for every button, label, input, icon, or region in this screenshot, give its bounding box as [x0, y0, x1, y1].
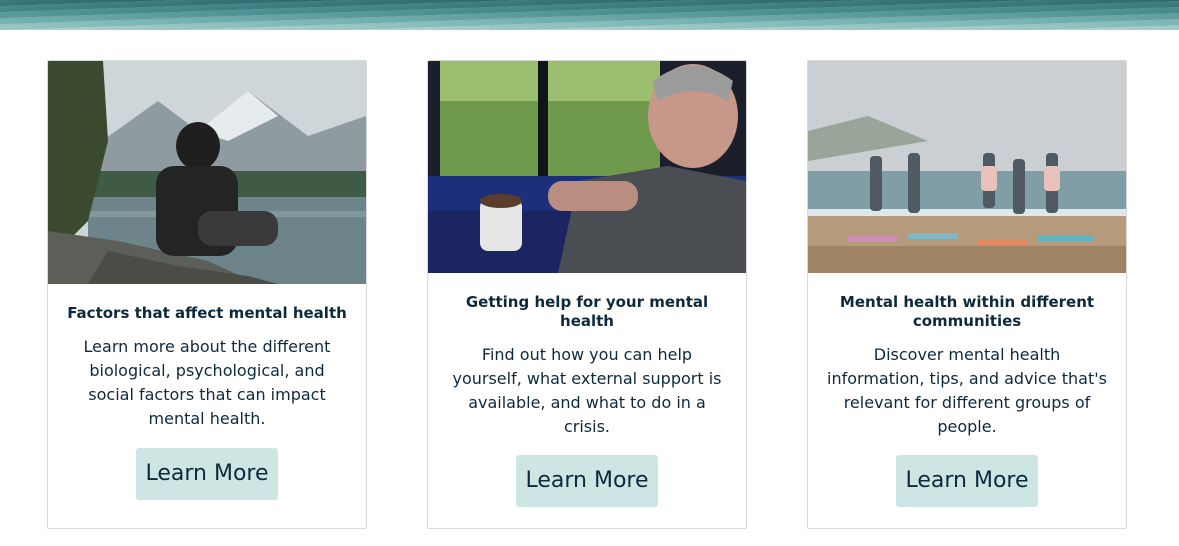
card-description: Find out how you can help yourself, what…	[452, 345, 722, 436]
card-getting-help: Getting help for your mental health Find…	[427, 60, 747, 529]
learn-more-button-factors[interactable]: Learn More	[136, 448, 278, 500]
card-title: Getting help for your mental health	[465, 293, 709, 330]
learn-more-button-communities[interactable]: Learn More	[896, 455, 1038, 507]
person-with-coffee-photo-icon	[428, 61, 746, 273]
water-banner-image	[0, 0, 1179, 30]
card-communities: Mental health within different communiti…	[807, 60, 1127, 529]
card-factors-mental-health: Factors that affect mental health Learn …	[47, 60, 367, 529]
card-title: Mental health within different communiti…	[839, 293, 1095, 330]
card-image-lake	[48, 61, 366, 284]
card-image-yoga	[808, 61, 1126, 273]
card-image-coffee	[428, 61, 746, 273]
card-title: Factors that affect mental health	[67, 304, 347, 322]
card-description: Learn more about the different biologica…	[83, 337, 331, 428]
card-description: Discover mental health information, tips…	[827, 345, 1107, 436]
person-by-lake-photo-icon	[48, 61, 366, 284]
group-yoga-beach-photo-icon	[808, 61, 1126, 273]
learn-more-button-getting-help[interactable]: Learn More	[516, 455, 658, 507]
